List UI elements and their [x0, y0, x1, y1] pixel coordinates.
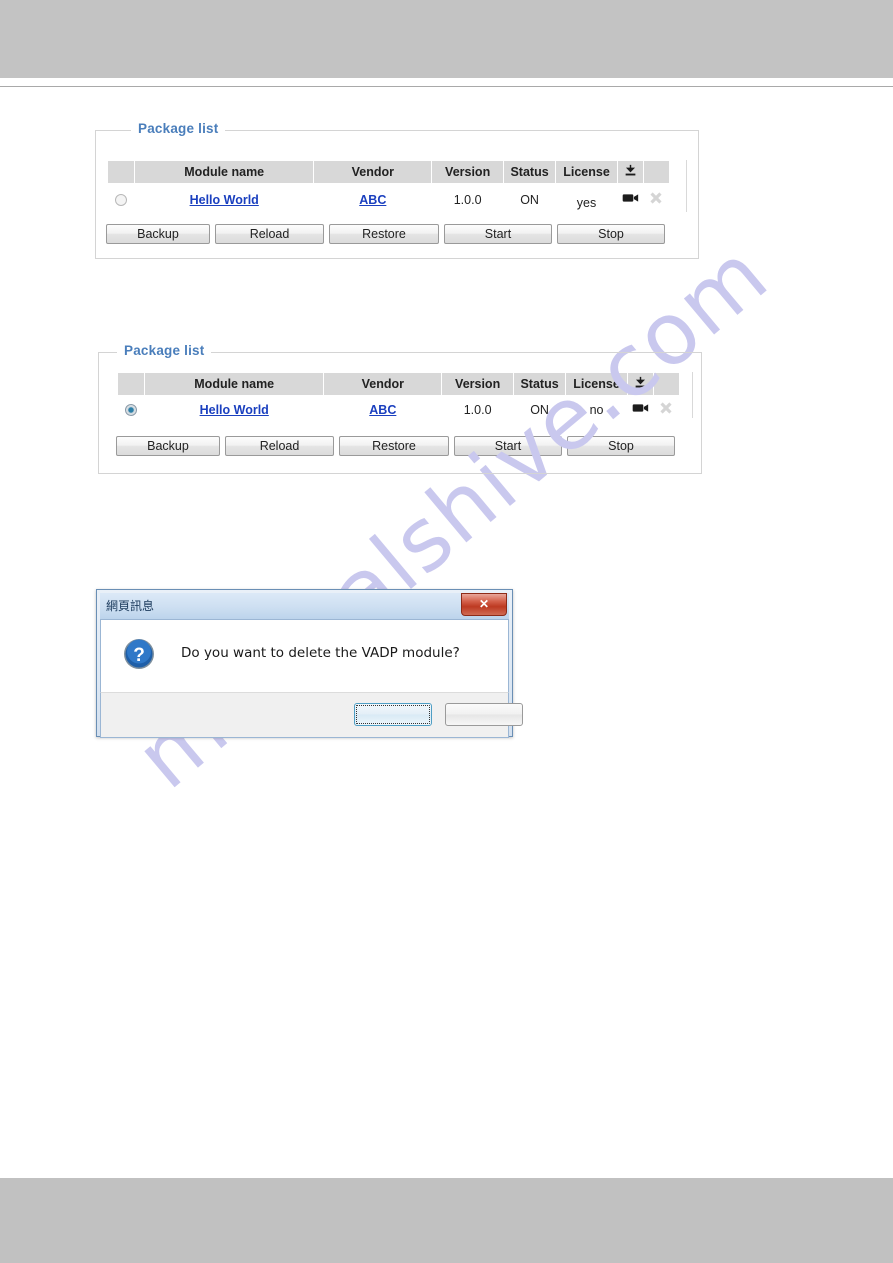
dialog-body: ? Do you want to delete the VADP module?	[100, 619, 509, 692]
close-icon[interactable]: ✕	[461, 593, 507, 616]
legend-dash-left-1	[102, 130, 130, 131]
dialog-footer	[100, 692, 523, 738]
page-footer-band	[0, 1178, 893, 1263]
panel-legend-2: Package list	[117, 343, 212, 358]
dialog-message: Do you want to delete the VADP module?	[181, 645, 460, 661]
package-list-panel-1: Package list	[95, 121, 699, 259]
dialog-ok-button[interactable]	[354, 703, 432, 726]
dialog-cancel-button[interactable]	[445, 703, 523, 726]
panel-legend-1: Package list	[131, 121, 226, 136]
question-icon: ?	[123, 638, 155, 670]
legend-dash-right-2	[211, 352, 696, 353]
legend-dash-right-1	[241, 130, 693, 131]
dialog-title: 網頁訊息	[106, 599, 155, 613]
svg-text:?: ?	[133, 645, 145, 666]
page-header-band	[0, 0, 893, 78]
legend-dash-left-2	[105, 352, 117, 353]
confirm-dialog: 網頁訊息 ✕ ? Do you want to delete the VADP …	[96, 589, 523, 738]
dialog-titlebar[interactable]: 網頁訊息 ✕	[100, 593, 509, 619]
page-header-rule	[0, 86, 893, 87]
package-list-panel-2: Package list	[98, 343, 702, 474]
